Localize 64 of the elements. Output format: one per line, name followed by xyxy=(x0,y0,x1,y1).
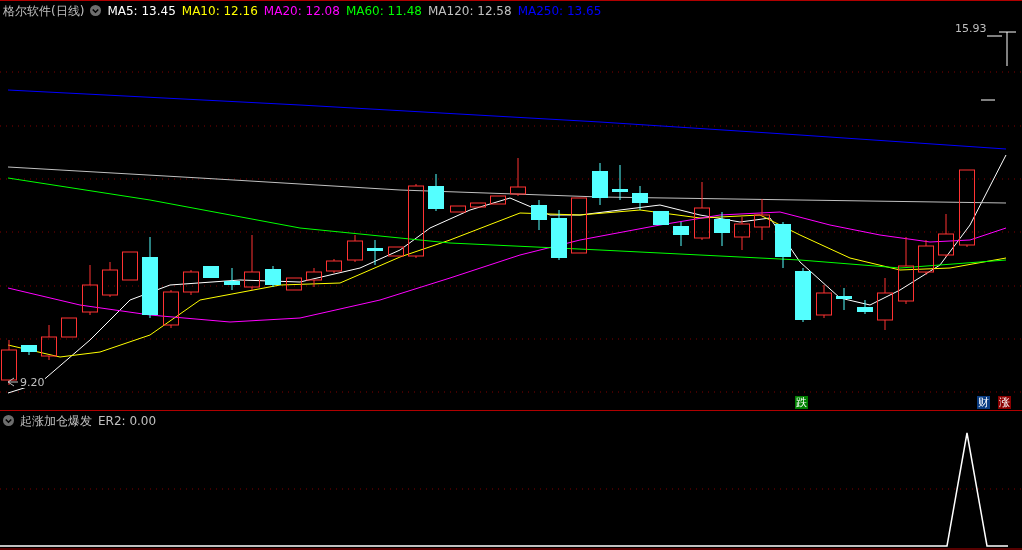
price-tick-mark xyxy=(980,99,996,101)
candlestick xyxy=(592,162,608,206)
candlestick xyxy=(306,267,322,288)
candlestick xyxy=(816,284,832,319)
candlestick xyxy=(450,205,466,213)
candlestick xyxy=(612,164,628,201)
candlestick xyxy=(428,173,444,212)
dropdown-icon[interactable] xyxy=(90,5,102,16)
moving-average-value: MA20: 12.08 xyxy=(263,4,340,17)
candlestick xyxy=(653,210,669,226)
signal-marker: 财 xyxy=(977,396,990,409)
signal-marker: 涨 xyxy=(998,396,1011,409)
candlestick xyxy=(898,236,914,305)
candlestick xyxy=(224,267,240,291)
arrow-icon xyxy=(7,377,19,387)
candlestick xyxy=(836,287,852,311)
chart-title: 格尔软件(日线) xyxy=(3,4,85,17)
candlestick xyxy=(163,289,179,329)
candlestick xyxy=(551,209,567,261)
candlestick xyxy=(938,213,954,258)
candlestick xyxy=(490,195,506,205)
candlestick xyxy=(754,198,770,241)
candlestick xyxy=(775,221,791,269)
moving-average-value: MA10: 12.16 xyxy=(181,4,258,17)
candlestick xyxy=(61,317,77,338)
candlestick xyxy=(571,197,587,254)
moving-average-value: MA5: 13.45 xyxy=(107,4,176,17)
candlestick xyxy=(470,202,486,208)
candlestick xyxy=(877,277,893,331)
indicator-title: 起涨加仓爆发 xyxy=(20,414,92,427)
candlestick xyxy=(244,234,260,291)
indicator-value: ER2: 0.00 xyxy=(98,414,157,427)
candlestick xyxy=(183,269,199,296)
candlestick xyxy=(1,339,17,386)
candlestick xyxy=(795,267,811,323)
high-price-marker xyxy=(986,31,1017,67)
candlestick xyxy=(714,211,730,247)
candlestick xyxy=(510,157,526,197)
candlestick xyxy=(857,299,873,315)
high-price-label: 15.93 xyxy=(955,23,987,34)
candlestick xyxy=(21,344,37,356)
candlestick xyxy=(918,239,934,276)
candlestick xyxy=(102,261,118,298)
candlestick xyxy=(286,277,302,291)
candlestick xyxy=(367,239,383,266)
moving-average-value: MA60: 11.48 xyxy=(345,4,422,17)
candlestick xyxy=(673,221,689,247)
candlestick xyxy=(694,181,710,241)
moving-average-value: MA250: 13.65 xyxy=(517,4,602,17)
candlestick xyxy=(531,199,547,231)
low-price-label: 9.20 xyxy=(20,377,45,388)
candlestick xyxy=(122,251,138,281)
signal-marker: 跌 xyxy=(795,396,808,409)
candlestick xyxy=(734,216,750,251)
candlestick xyxy=(347,234,363,263)
candlestick xyxy=(388,246,404,257)
candlestick xyxy=(203,265,219,279)
candlestick xyxy=(82,264,98,316)
candlestick xyxy=(41,324,57,361)
dropdown-icon[interactable] xyxy=(3,415,14,426)
moving-average-value: MA120: 12.58 xyxy=(427,4,512,17)
candlestick xyxy=(326,258,342,274)
candlestick xyxy=(632,185,648,211)
candlestick xyxy=(265,265,281,288)
